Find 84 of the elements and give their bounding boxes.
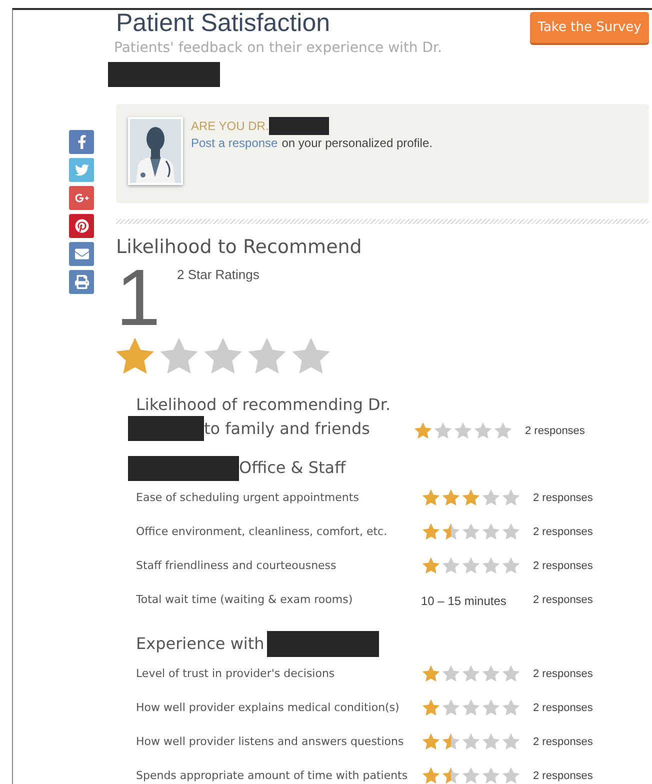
rating-count: 2 Star Ratings [177, 266, 260, 284]
response-count: 2 responses [533, 768, 593, 784]
question-text: Total wait time (waiting & exam rooms) [136, 592, 354, 608]
star-icon [421, 664, 441, 684]
question-text: How well provider explains medical condition(s) [136, 700, 400, 716]
star-icon [501, 522, 521, 542]
response-count: 2 responses [533, 734, 593, 750]
avatar-icon [128, 117, 183, 185]
star-icon [501, 556, 521, 576]
star-icon [421, 556, 441, 576]
response-count: 2 responses [533, 666, 593, 682]
star-icon [481, 488, 501, 508]
printer-icon [74, 275, 88, 289]
star-icon [473, 421, 493, 441]
google-plus-icon [74, 191, 88, 205]
twitter-icon [74, 163, 88, 177]
star-icon [501, 732, 521, 752]
star-icon [481, 664, 501, 684]
star-icon [453, 421, 473, 441]
take-survey-button[interactable]: Take the Survey [530, 12, 649, 43]
pinterest-icon [74, 219, 88, 233]
star-icon [501, 698, 521, 718]
response-count: 2 responses [525, 424, 585, 439]
response-count: 2 responses [533, 558, 593, 574]
star-icon [481, 732, 501, 752]
star-icon [461, 556, 481, 576]
response-count: 2 responses [533, 524, 593, 540]
page-title: Patient Satisfaction [116, 9, 332, 37]
question-text: Level of trust in provider's decisions [136, 666, 336, 682]
star-icon [481, 556, 501, 576]
section-title: Likelihood to Recommend [116, 235, 363, 259]
question-text: How well provider listens and answers questions [136, 734, 405, 750]
star-icon [433, 421, 453, 441]
response-count: 2 responses [533, 490, 593, 506]
section-heading: Experience with [136, 633, 264, 655]
question-text: to family and friends [204, 418, 370, 440]
star-icon [481, 698, 501, 718]
rating-score: 1 [116, 261, 160, 335]
question-text: Office environment, cleanliness, comfort, etc. [136, 524, 388, 540]
post-response-link[interactable]: Post a response [191, 135, 278, 151]
star-icon [461, 664, 481, 684]
question-text: Ease of scheduling urgent appointments [136, 490, 360, 506]
star-icon [501, 766, 521, 784]
star-icon [481, 522, 501, 542]
star-icon [441, 488, 461, 508]
print-button[interactable] [69, 270, 94, 294]
star-icon [441, 664, 461, 684]
star-icon [493, 421, 513, 441]
envelope-icon [74, 247, 88, 261]
star-icon [461, 698, 481, 718]
claim-question: ARE YOU DR. [191, 118, 269, 134]
twitter-share-button[interactable] [69, 158, 94, 182]
star-icon [441, 732, 461, 752]
star-icon [441, 522, 461, 542]
question-text: Spends appropriate amount of time with patients [136, 768, 409, 784]
redaction-bar [268, 117, 329, 135]
star-icon [421, 698, 441, 718]
google-plus-share-button[interactable] [69, 186, 94, 210]
star-icon [461, 488, 481, 508]
star-icon [441, 698, 461, 718]
star-icon [413, 421, 433, 441]
star-icon [461, 732, 481, 752]
claim-text: on your personalized profile. [282, 135, 432, 151]
pinterest-share-button[interactable] [69, 214, 94, 238]
star-icon [461, 522, 481, 542]
question-text: Staff friendliness and courteousness [136, 558, 338, 574]
facebook-share-button[interactable] [69, 130, 94, 154]
response-count: 2 responses [533, 700, 593, 716]
star-icon [441, 766, 461, 784]
question-text: Likelihood of recommending Dr. [135, 394, 391, 416]
star-icon [501, 488, 521, 508]
star-icon [421, 732, 441, 752]
star-icon [421, 522, 441, 542]
section-heading: Office & Staff [239, 457, 346, 479]
email-share-button[interactable] [69, 242, 94, 266]
wait-time-value: 10 – 15 minutes [421, 594, 506, 608]
star-icon [421, 766, 441, 784]
star-icon [481, 766, 501, 784]
star-icon [441, 556, 461, 576]
star-icon [421, 488, 441, 508]
page-subtitle: Patients' feedback on their experience with Dr. [114, 39, 442, 58]
response-count: 2 responses [533, 592, 593, 608]
star-icon [501, 664, 521, 684]
star-icon [461, 766, 481, 784]
